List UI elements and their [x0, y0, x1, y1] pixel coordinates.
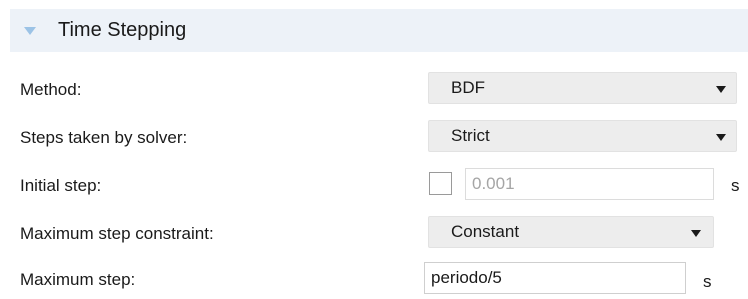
max-step-constraint-row: Maximum step constraint: Constant [0, 216, 748, 254]
method-row: Method: BDF [0, 72, 748, 110]
steps-taken-select[interactable]: Strict [428, 120, 737, 152]
chevron-down-icon[interactable] [24, 27, 36, 35]
max-step-constraint-select[interactable]: Constant [428, 216, 714, 248]
initial-step-input[interactable]: 0.001 [465, 168, 714, 200]
initial-step-value: 0.001 [472, 174, 515, 193]
section-title: Time Stepping [58, 19, 187, 41]
max-step-row: Maximum step: periodo/5 s [0, 262, 748, 299]
method-select[interactable]: BDF [428, 72, 737, 104]
max-step-input[interactable]: periodo/5 [424, 262, 686, 294]
max-step-unit: s [703, 272, 712, 291]
dropdown-arrow-icon [716, 134, 726, 141]
method-label: Method: [20, 80, 82, 99]
dropdown-arrow-icon [716, 86, 726, 93]
max-step-constraint-label: Maximum step constraint: [20, 224, 214, 243]
dropdown-arrow-icon [691, 230, 701, 237]
initial-step-checkbox[interactable] [429, 172, 452, 195]
initial-step-label: Initial step: [20, 176, 102, 195]
initial-step-unit: s [731, 176, 740, 195]
method-value: BDF [451, 78, 485, 97]
initial-step-row: Initial step: 0.001 s [0, 168, 748, 206]
max-step-value: periodo/5 [431, 268, 502, 287]
steps-taken-value: Strict [451, 126, 490, 145]
max-step-constraint-value: Constant [451, 222, 520, 241]
steps-taken-row: Steps taken by solver: Strict [0, 120, 748, 158]
max-step-label: Maximum step: [20, 270, 136, 289]
steps-taken-label: Steps taken by solver: [20, 128, 188, 147]
time-stepping-section-header[interactable]: Time Stepping [10, 9, 748, 52]
